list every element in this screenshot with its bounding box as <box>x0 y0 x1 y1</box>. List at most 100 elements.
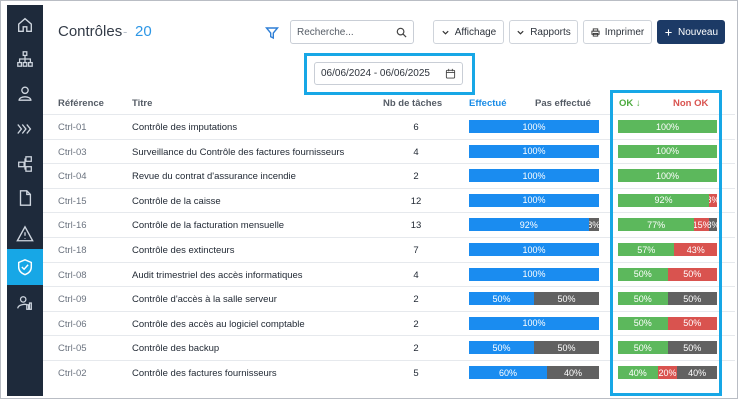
date-range-highlight: 06/06/2024 - 06/06/2025 <box>304 53 475 95</box>
row-title[interactable]: Contrôle des extincteurs <box>132 245 234 256</box>
done-segment: 100% <box>469 267 599 281</box>
completion-bar: 100% <box>469 316 599 330</box>
not-done-segment: 50% <box>534 292 599 306</box>
completion-bar: 60% 40% <box>469 366 599 379</box>
done-segment: 100% <box>469 169 599 183</box>
row-task-count: 13 <box>410 220 422 232</box>
row-reference[interactable]: Ctrl-15 <box>58 196 87 207</box>
filter-icon[interactable] <box>265 26 279 40</box>
chevron-down-icon <box>517 30 524 35</box>
completion-bar: 100% <box>469 193 599 207</box>
document-icon <box>19 190 32 206</box>
affichage-label: Affichage <box>454 26 497 38</box>
done-segment: 100% <box>469 144 599 158</box>
nouveau-button[interactable]: Nouveau <box>657 20 725 44</box>
row-title[interactable]: Contrôle des accès au logiciel comptable <box>132 319 305 330</box>
row-task-count: 4 <box>413 146 419 158</box>
header-effectue[interactable]: Effectué <box>469 98 506 109</box>
affichage-button[interactable]: Affichage <box>433 20 504 44</box>
row-reference[interactable]: Ctrl-16 <box>58 220 87 231</box>
done-segment: 100% <box>469 120 599 133</box>
done-segment: 92% <box>469 218 589 232</box>
row-reference[interactable]: Ctrl-05 <box>58 343 87 354</box>
done-segment: 100% <box>469 316 599 330</box>
row-title[interactable]: Surveillance du Contrôle des factures fo… <box>132 147 344 158</box>
sidebar-item-organisation[interactable] <box>7 43 43 75</box>
date-range-picker[interactable]: 06/06/2024 - 06/06/2025 <box>314 62 463 85</box>
row-task-count: 2 <box>413 171 419 183</box>
row-reference[interactable]: Ctrl-01 <box>58 122 87 133</box>
completion-bar: 100% <box>469 243 599 256</box>
done-segment: 50% <box>469 341 534 355</box>
completion-bar: 100% <box>469 144 599 158</box>
user-icon <box>18 86 32 101</box>
home-icon <box>18 17 32 32</box>
search-icon[interactable] <box>396 27 407 38</box>
header-reference[interactable]: Référence <box>58 98 104 109</box>
row-reference[interactable]: Ctrl-03 <box>58 147 87 158</box>
row-reference[interactable]: Ctrl-08 <box>58 270 87 281</box>
header-nb-taches[interactable]: Nb de tâches <box>383 98 442 109</box>
row-title[interactable]: Contrôle de la caisse <box>132 196 221 207</box>
row-reference[interactable]: Ctrl-18 <box>58 245 87 256</box>
completion-bar: 92%8% <box>469 218 599 232</box>
printer-icon <box>591 27 600 37</box>
not-done-segment: 50% <box>534 341 599 355</box>
process-arrows-icon <box>17 124 32 134</box>
sidebar-item-risks[interactable] <box>7 218 43 250</box>
title-separator: - <box>123 24 128 39</box>
imprimer-button[interactable]: Imprimer <box>583 20 652 44</box>
structure-icon <box>18 156 32 172</box>
sidebar-item-documents[interactable] <box>7 182 43 214</box>
search-box[interactable] <box>290 20 414 44</box>
app-window: Contrôles - 20 Affichage Rapports Imprim… <box>0 0 738 399</box>
date-range-value: 06/06/2024 - 06/06/2025 <box>321 68 430 79</box>
completion-bar: 100% <box>469 169 599 183</box>
not-done-segment: 40% <box>547 366 599 379</box>
row-title[interactable]: Contrôle des backup <box>132 343 219 354</box>
main-content: Contrôles - 20 Affichage Rapports Imprim… <box>43 5 735 396</box>
row-task-count: 6 <box>413 122 419 133</box>
row-title[interactable]: Contrôle des imputations <box>132 122 237 133</box>
not-done-segment: 8% <box>588 218 599 232</box>
sidebar-item-users[interactable] <box>7 77 43 109</box>
row-title[interactable]: Contrôle d'accès à la salle serveur <box>132 294 277 305</box>
row-task-count: 4 <box>413 269 419 281</box>
sidebar-item-controls[interactable] <box>7 249 43 285</box>
org-chart-icon <box>17 51 33 67</box>
row-title[interactable]: Revue du contrat d'assurance incendie <box>132 171 296 182</box>
chevron-down-icon <box>442 30 449 35</box>
imprimer-label: Imprimer <box>604 26 645 38</box>
row-task-count: 2 <box>413 294 419 306</box>
calendar-icon[interactable] <box>445 68 456 79</box>
sidebar-item-reporting[interactable] <box>7 287 43 319</box>
row-title[interactable]: Audit trimestriel des accès informatique… <box>132 270 303 281</box>
user-chart-icon <box>17 296 32 310</box>
sidebar-item-home[interactable] <box>7 9 43 41</box>
completion-bar: 100% <box>469 120 599 133</box>
done-segment: 50% <box>469 292 534 306</box>
search-input[interactable] <box>297 26 396 38</box>
rapports-label: Rapports <box>530 26 571 38</box>
sidebar-item-structure[interactable] <box>7 148 43 180</box>
nouveau-label: Nouveau <box>677 26 719 38</box>
plus-icon <box>665 28 672 36</box>
done-segment: 60% <box>469 366 547 379</box>
completion-bar: 100% <box>469 267 599 281</box>
record-count: 20 <box>135 23 152 40</box>
rapports-button[interactable]: Rapports <box>509 20 578 44</box>
done-segment: 100% <box>469 243 599 256</box>
row-task-count: 5 <box>413 368 419 379</box>
row-reference[interactable]: Ctrl-06 <box>58 319 87 330</box>
row-title[interactable]: Contrôle de la facturation mensuelle <box>132 220 284 231</box>
sidebar-item-processes[interactable] <box>7 113 43 145</box>
page-title: Contrôles <box>58 23 123 40</box>
row-reference[interactable]: Ctrl-09 <box>58 294 87 305</box>
row-reference[interactable]: Ctrl-04 <box>58 171 87 182</box>
header-titre[interactable]: Titre <box>132 98 152 109</box>
header-pas-effectue[interactable]: Pas effectué <box>535 98 591 109</box>
row-reference[interactable]: Ctrl-02 <box>58 368 87 379</box>
done-segment: 100% <box>469 193 599 207</box>
row-title[interactable]: Contrôle des factures fournisseurs <box>132 368 277 379</box>
row-task-count: 7 <box>413 245 419 256</box>
